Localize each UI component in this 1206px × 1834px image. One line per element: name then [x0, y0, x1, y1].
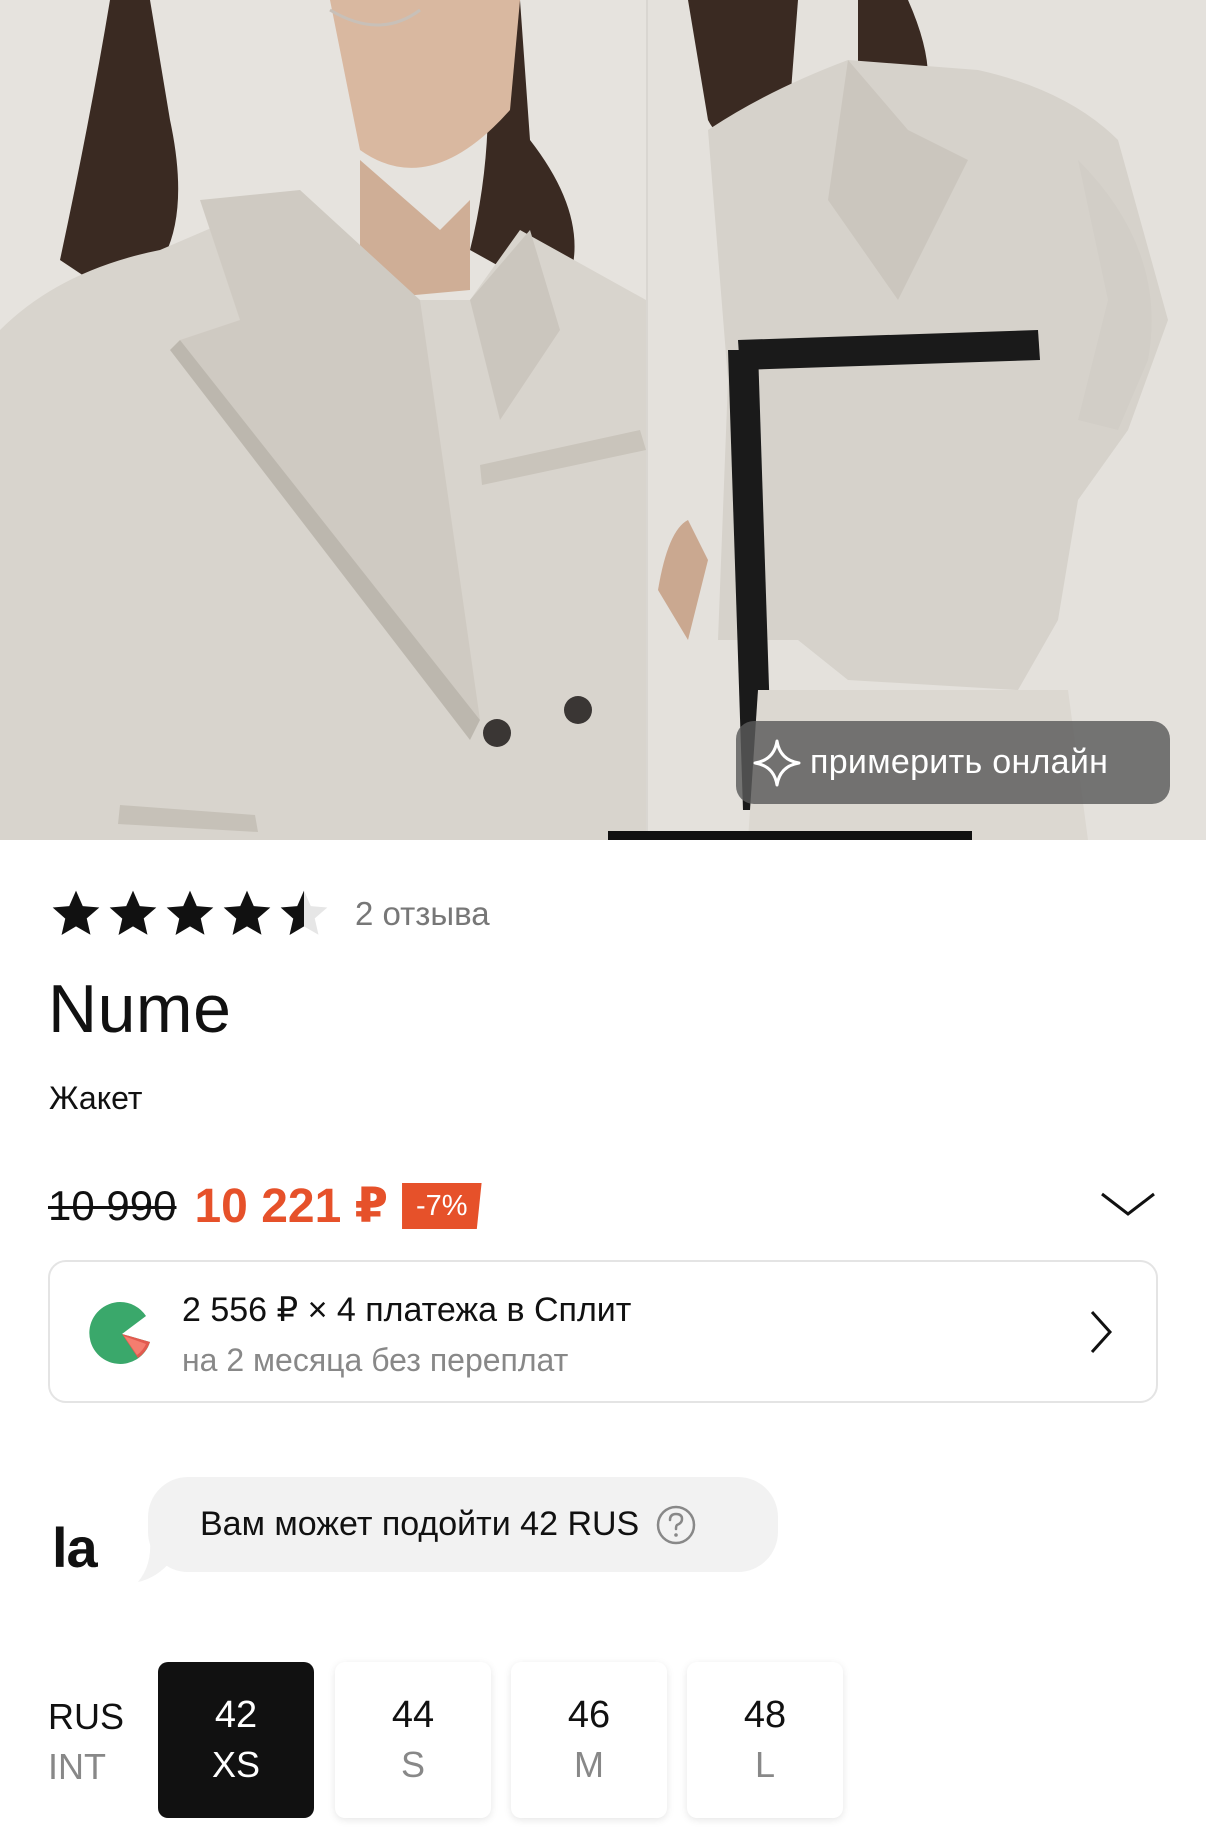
size-rus: 46	[567, 1694, 611, 1736]
size-option-46[interactable]: 46 M	[511, 1662, 667, 1818]
star-full-icon	[166, 890, 214, 935]
size-rus: 42	[214, 1694, 258, 1736]
size-rus: 48	[743, 1694, 787, 1736]
split-logo-icon	[89, 1301, 150, 1364]
size-label-int: INT	[48, 1746, 106, 1787]
try-on-online-button[interactable]: примерить онлайн	[736, 721, 1170, 804]
size-int: L	[754, 1744, 776, 1785]
size-label-rus: RUS	[48, 1696, 125, 1737]
star-half-icon	[280, 890, 328, 935]
help-icon[interactable]	[655, 1504, 697, 1546]
size-option-44[interactable]: 44 S	[335, 1662, 491, 1818]
current-price: 10 221 ₽	[194, 1180, 389, 1233]
jacket-closeup-illustration	[0, 0, 646, 840]
size-int: XS	[211, 1744, 261, 1785]
sparkle-icon	[753, 739, 801, 786]
size-advisor-message: Вам может подойти 42 RUS	[200, 1505, 640, 1543]
product-photo-closeup[interactable]	[0, 0, 646, 840]
try-on-label: примерить онлайн	[810, 743, 1109, 781]
size-int: M	[574, 1744, 604, 1785]
size-system-label: RUS INT	[48, 1692, 124, 1792]
discount-badge: -7%	[402, 1183, 482, 1229]
star-full-icon	[52, 890, 100, 935]
rating-stars	[48, 886, 333, 942]
split-subtitle: на 2 месяца без переплат	[182, 1342, 569, 1378]
reviews-count[interactable]: 2 отзыва	[355, 895, 490, 933]
old-price: 10 990	[48, 1182, 177, 1229]
product-gallery[interactable]: примерить онлайн	[0, 0, 1206, 840]
product-type: Жакет	[49, 1080, 143, 1116]
split-title: 2 556 ₽ × 4 платежа в Сплит	[182, 1291, 632, 1329]
product-rating[interactable]: 2 отзыва	[48, 884, 490, 944]
product-brand[interactable]: Nume	[48, 970, 231, 1048]
split-payment-card[interactable]: 2 556 ₽ × 4 платежа в Сплит на 2 месяца …	[48, 1260, 1158, 1403]
star-full-icon	[109, 890, 157, 935]
size-option-42[interactable]: 42 XS	[158, 1662, 314, 1818]
size-option-48[interactable]: 48 L	[687, 1662, 843, 1818]
size-advisor-bubble[interactable]: Вам может подойти 42 RUS	[148, 1477, 778, 1572]
chevron-down-icon[interactable]	[1098, 1184, 1158, 1224]
jacket-belted-illustration	[648, 0, 1206, 840]
size-int: S	[400, 1744, 425, 1785]
product-photo-belted[interactable]	[648, 0, 1206, 840]
size-rus: 44	[391, 1694, 435, 1736]
size-advisor-logo: la	[52, 1516, 98, 1579]
chevron-right-icon	[1090, 1310, 1113, 1354]
price-row: 10 990 10 221 ₽ -7%	[48, 1176, 1158, 1236]
star-full-icon	[223, 890, 271, 935]
gallery-page-indicator	[608, 831, 972, 840]
